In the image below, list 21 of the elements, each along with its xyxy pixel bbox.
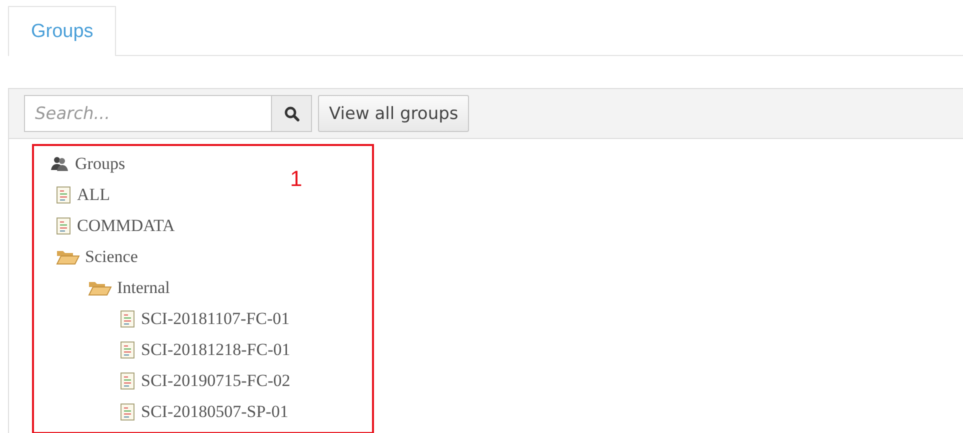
tree-node[interactable]: Internal xyxy=(88,278,170,298)
document-icon xyxy=(56,186,72,204)
document-icon xyxy=(56,216,72,234)
tree-node[interactable]: Groups xyxy=(50,154,126,174)
search-button[interactable] xyxy=(272,95,312,132)
document-icon xyxy=(120,402,136,420)
tree-node[interactable]: SCI-20181107-FC-01 xyxy=(120,308,290,328)
tree-node[interactable]: SCI-20190715-FC-02 xyxy=(120,370,290,390)
view-all-groups-button[interactable]: View all groups xyxy=(318,95,470,132)
document-icon xyxy=(120,340,136,358)
tree-node[interactable]: SCI-20181218-FC-01 xyxy=(120,340,290,360)
tree-node[interactable]: ALL xyxy=(56,184,110,204)
annotation-number: 1 xyxy=(290,166,302,192)
search-icon xyxy=(284,106,300,122)
users-icon xyxy=(50,156,70,172)
tree-node[interactable]: COMMDATA xyxy=(56,216,175,236)
document-icon xyxy=(120,310,136,328)
document-icon xyxy=(120,372,136,390)
tree-node[interactable]: Science xyxy=(56,246,138,266)
tree-node[interactable]: SCI-20180507-SP-01 xyxy=(120,402,288,422)
search-field[interactable]: Search... xyxy=(24,95,272,132)
